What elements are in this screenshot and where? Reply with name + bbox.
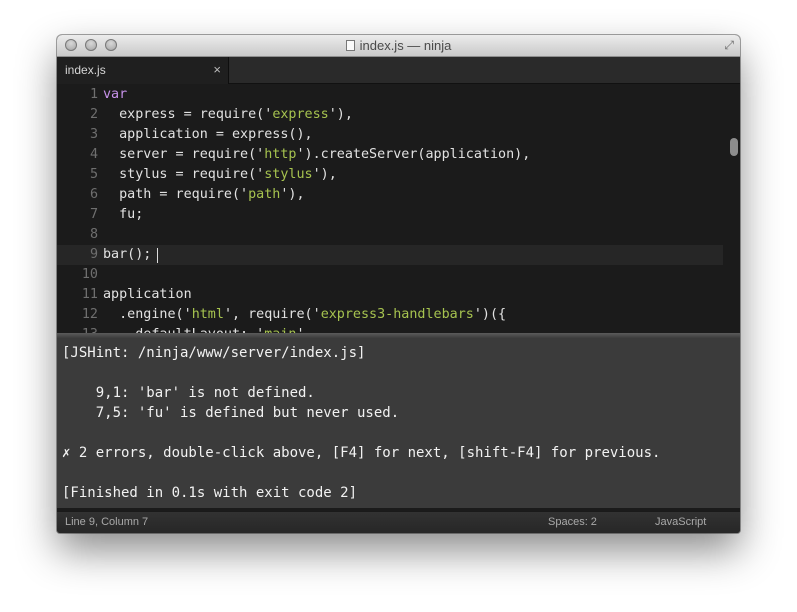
code-text: application = express(), xyxy=(103,127,313,142)
build-output-panel[interactable]: [JSHint: /ninja/www/server/index.js] 9,1… xyxy=(57,338,740,508)
fullscreen-icon[interactable]: ⤢ xyxy=(724,38,734,53)
scrollbar-thumb[interactable] xyxy=(730,138,738,156)
code-text: var xyxy=(103,87,128,102)
code-line[interactable]: 2 express = require('express'), xyxy=(57,105,723,125)
line-number: 8 xyxy=(89,227,98,242)
code-line[interactable]: 7 fu; xyxy=(57,205,723,225)
code-line[interactable]: 4 server = require('http').createServer(… xyxy=(57,145,723,165)
code-line[interactable]: 12 .engine('html', require('express3-han… xyxy=(57,305,723,325)
code-text: server = require('http').createServer(ap… xyxy=(103,147,531,162)
output-line[interactable]: [Finished in 0.1s with exit code 2] xyxy=(62,483,357,503)
output-line[interactable]: 9,1: 'bar' is not defined. xyxy=(62,383,315,403)
code-editor[interactable]: 1 var 2 express = require('express'), 3 app… xyxy=(57,84,740,333)
window-title: index.js — ninja xyxy=(57,38,740,53)
line-number: 13 xyxy=(57,325,98,333)
output-line[interactable]: [JSHint: /ninja/www/server/index.js] xyxy=(62,343,365,363)
text-cursor xyxy=(157,248,158,263)
code-line[interactable]: 13 defaultLayout: 'main', xyxy=(57,325,723,333)
line-number: 11 xyxy=(81,287,98,302)
title-bar: index.js — ninja ⤢ xyxy=(57,35,740,57)
tab-label: index.js xyxy=(65,63,106,77)
code-text: fu; xyxy=(103,207,144,222)
indentation-setting[interactable]: Spaces: 2 xyxy=(548,516,597,528)
current-code-line[interactable]: 9 bar(); xyxy=(57,245,723,265)
tab-bar: index.js × xyxy=(57,57,740,84)
cursor-position: Line 9, Column 7 xyxy=(65,516,149,528)
syntax-selector[interactable]: JavaScript xyxy=(655,516,706,528)
code-line[interactable]: 8 xyxy=(57,225,723,245)
line-number: 9 xyxy=(89,247,98,262)
window-title-text: index.js — ninja xyxy=(359,38,452,53)
status-bar: Line 9, Column 7 Spaces: 2 JavaScript xyxy=(57,511,740,533)
code-line[interactable]: 1 var xyxy=(57,85,723,105)
line-number: 4 xyxy=(89,147,98,162)
tab-close-icon[interactable]: × xyxy=(213,62,221,77)
line-number: 3 xyxy=(89,127,98,142)
code-text: application xyxy=(103,287,192,302)
code-line[interactable]: 5 stylus = require('stylus'), xyxy=(57,165,723,185)
output-line[interactable]: 7,5: 'fu' is defined but never used. xyxy=(62,403,399,423)
document-icon xyxy=(345,40,355,51)
line-number: 2 xyxy=(89,107,98,122)
code-text: express = require('express'), xyxy=(103,107,353,122)
line-number: 12 xyxy=(81,307,98,322)
line-number: 6 xyxy=(89,187,98,202)
line-number: 10 xyxy=(81,267,98,282)
code-text: path = require('path'), xyxy=(103,187,305,202)
code-line[interactable]: 3 application = express(), xyxy=(57,125,723,145)
code-text: defaultLayout: 'main', xyxy=(103,325,312,333)
tab-index-js[interactable]: index.js × xyxy=(57,57,229,84)
code-line[interactable]: 11 application xyxy=(57,285,723,305)
line-number: 1 xyxy=(89,87,98,102)
line-number: 5 xyxy=(89,167,98,182)
line-number: 7 xyxy=(89,207,98,222)
code-text: .engine('html', require('express3-handle… xyxy=(103,307,507,322)
editor-window: index.js — ninja ⤢ index.js × 1 var 2 expr… xyxy=(57,35,740,533)
code-line[interactable]: 6 path = require('path'), xyxy=(57,185,723,205)
code-text: bar(); xyxy=(103,247,152,262)
code-line[interactable]: 10 xyxy=(57,265,723,285)
code-text: stylus = require('stylus'), xyxy=(103,167,337,182)
output-line[interactable]: ✗ 2 errors, double-click above, [F4] for… xyxy=(62,443,660,463)
